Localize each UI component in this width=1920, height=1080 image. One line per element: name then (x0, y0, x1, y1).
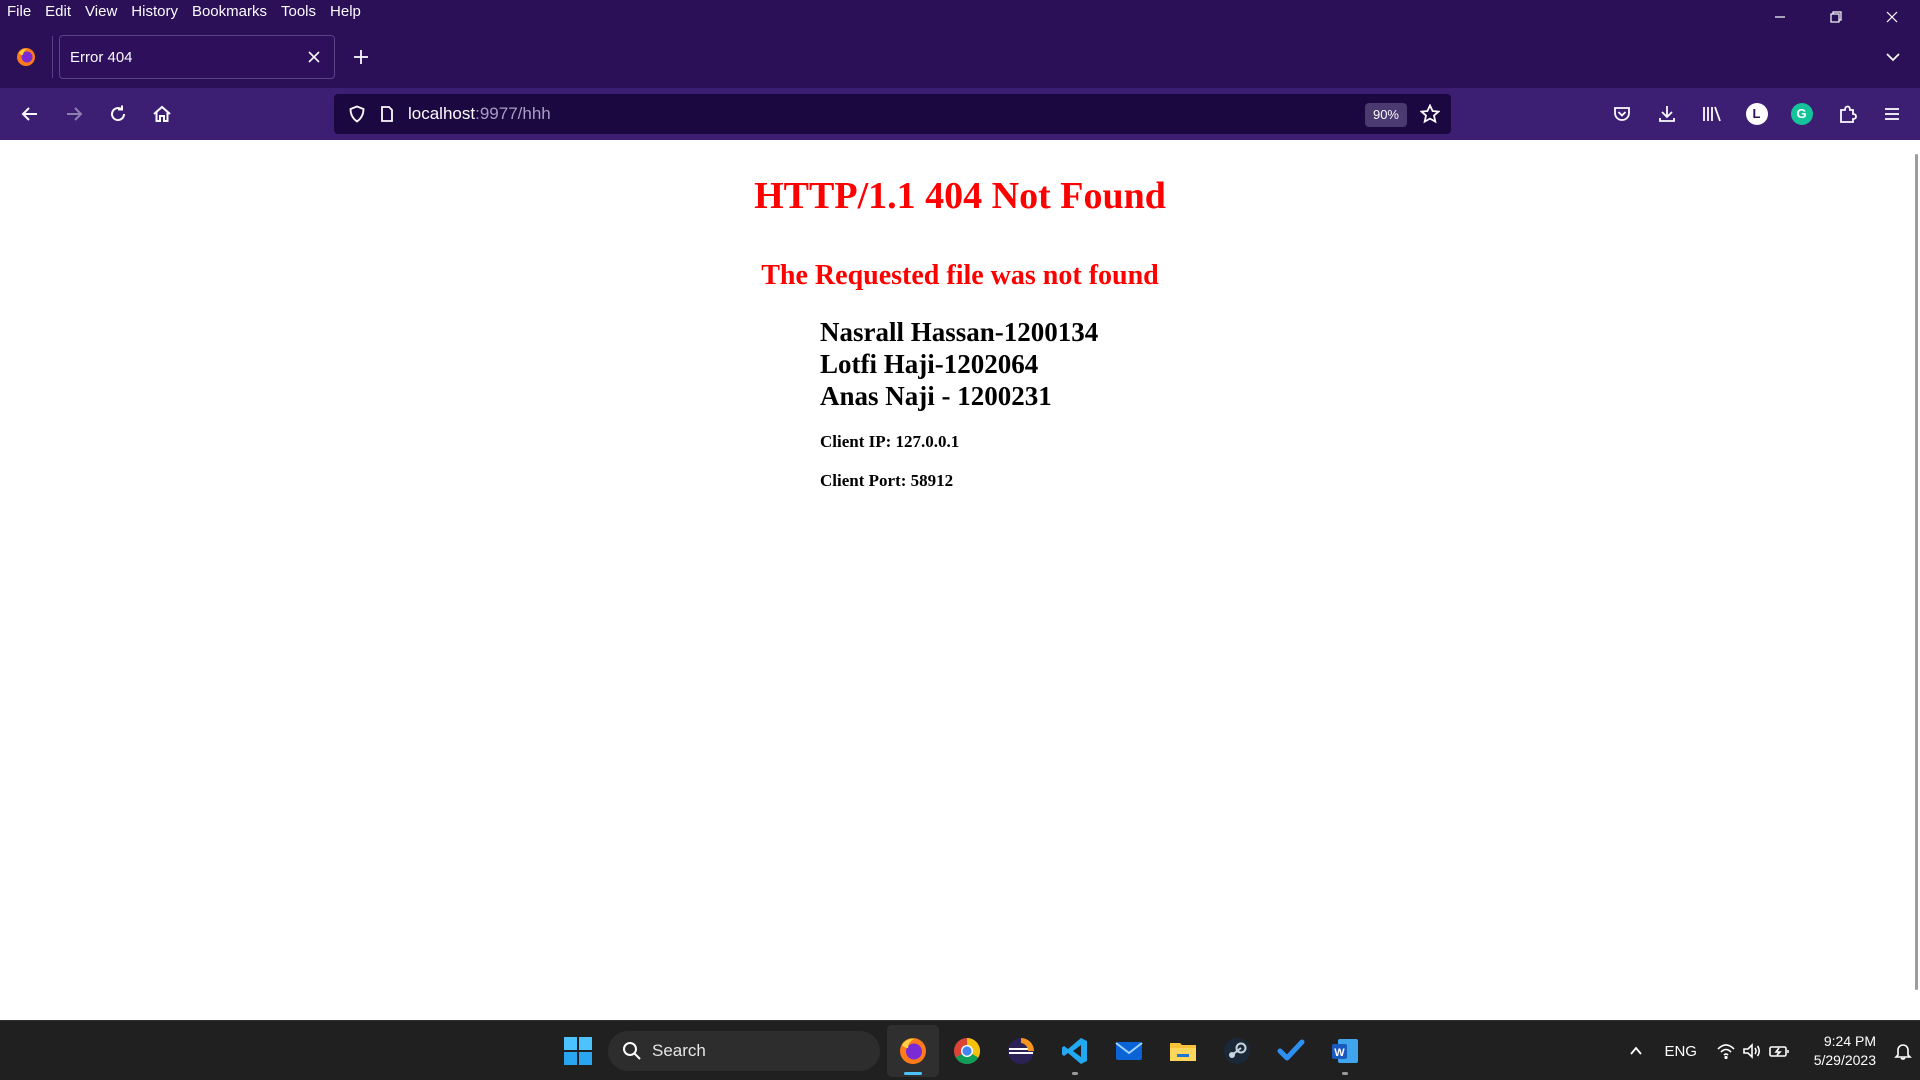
clock[interactable]: 9:24 PM 5/29/2023 (1800, 1032, 1886, 1070)
word-icon: W (1332, 1039, 1358, 1063)
new-tab-button[interactable] (341, 37, 381, 77)
firefox-icon (900, 1038, 926, 1064)
reload-icon[interactable] (96, 92, 140, 136)
url-path: :9977/hhh (475, 104, 551, 123)
tab-title: Error 404 (70, 48, 133, 66)
page-icon[interactable] (372, 99, 402, 129)
library-icon[interactable] (1689, 92, 1734, 136)
error-subheading: The Requested file was not found (761, 260, 1159, 291)
client-port-text: Client Port: 58912 (820, 471, 954, 490)
grammarly-icon[interactable]: G (1779, 92, 1824, 136)
taskbar-app-vscode[interactable] (1049, 1025, 1101, 1077)
volume-icon (1742, 1043, 1760, 1059)
url-host: localhost (408, 104, 476, 123)
zoom-level-badge[interactable]: 90% (1364, 103, 1407, 127)
error-heading: HTTP/1.1 404 Not Found (754, 175, 1166, 217)
chrome-icon (954, 1037, 981, 1065)
taskbar-app-firefox[interactable] (887, 1025, 939, 1077)
taskbar-app-steam[interactable] (1211, 1025, 1263, 1077)
menu-history[interactable]: History (124, 0, 185, 26)
mail-icon (1115, 1042, 1143, 1060)
quick-settings[interactable] (1706, 1041, 1800, 1061)
account-avatar[interactable]: L (1734, 92, 1779, 136)
forward-arrow-icon[interactable] (52, 92, 96, 136)
account-avatar-letter: L (1745, 103, 1768, 125)
menu-view[interactable]: View (78, 0, 124, 26)
tab-bar: Error 404 (0, 26, 1920, 88)
menu-help[interactable]: Help (323, 0, 368, 26)
toolbar-right-buttons: L G (1599, 92, 1914, 136)
author-name: Anas Naji - 1200231 (820, 381, 1052, 411)
tab-error-404[interactable]: Error 404 (59, 35, 335, 79)
running-indicator (1342, 1072, 1348, 1075)
notification-bell-icon[interactable] (1886, 1041, 1920, 1061)
svg-text:W: W (1334, 1047, 1345, 1059)
download-icon[interactable] (1644, 92, 1689, 136)
menu-tools[interactable]: Tools (274, 0, 323, 26)
pocket-icon[interactable] (1599, 92, 1644, 136)
system-tray: ENG 9:24 PM 5/29/2023 (1616, 1021, 1920, 1080)
list-all-tabs-chevron-down-icon[interactable] (1876, 40, 1910, 74)
menu-bar: File Edit View History Bookmarks Tools H… (0, 0, 1920, 26)
back-arrow-icon[interactable] (8, 92, 52, 136)
home-icon[interactable] (140, 92, 184, 136)
menu-bookmarks[interactable]: Bookmarks (185, 0, 274, 26)
windows-taskbar: Search W ENG 9:24 PM 5/29/2023 (0, 1020, 1920, 1080)
steam-icon (1224, 1038, 1250, 1064)
input-language[interactable]: ENG (1656, 1043, 1706, 1060)
search-icon (623, 1042, 641, 1060)
battery-icon (1768, 1046, 1789, 1057)
url-bar[interactable]: localhost:9977/hhh 90% (334, 94, 1451, 134)
windows-start-icon[interactable] (554, 1027, 602, 1075)
checkmark-todo-icon (1277, 1039, 1305, 1061)
menu-edit[interactable]: Edit (38, 0, 78, 26)
tracking-protection-shield-icon[interactable] (342, 99, 372, 129)
tab-separator (52, 36, 53, 78)
menu-file[interactable]: File (0, 0, 38, 26)
taskbar-app-word[interactable]: W (1319, 1025, 1371, 1077)
extensions-icon[interactable] (1824, 92, 1869, 136)
firefox-logo-icon[interactable] (0, 26, 52, 88)
show-hidden-icons-chevron-up-icon[interactable] (1616, 1043, 1656, 1059)
eclipse-icon (1008, 1038, 1034, 1064)
vscode-icon (1062, 1038, 1087, 1064)
navigation-toolbar: localhost:9977/hhh 90% L G (0, 88, 1920, 140)
client-ip-text: Client IP: 127.0.0.1 (820, 432, 960, 451)
active-indicator (904, 1072, 922, 1075)
author-names: Nasrall Hassan-1200134 Lotfi Haji-120206… (820, 316, 1098, 412)
url-text[interactable]: localhost:9977/hhh (408, 104, 551, 124)
taskbar-center: Search W (554, 1025, 1372, 1077)
wifi-icon (1717, 1044, 1735, 1060)
taskbar-app-mail[interactable] (1103, 1025, 1155, 1077)
taskbar-app-todo[interactable] (1265, 1025, 1317, 1077)
taskbar-app-chrome[interactable] (941, 1025, 993, 1077)
page-viewport: HTTP/1.1 404 Not Found The Requested fil… (0, 140, 1920, 1020)
author-name: Nasrall Hassan-1200134 (820, 317, 1099, 347)
taskbar-app-eclipse[interactable] (995, 1025, 1047, 1077)
search-label: Search (652, 1041, 706, 1060)
taskbar-app-file-explorer[interactable] (1157, 1025, 1209, 1077)
taskbar-search-box[interactable]: Search (608, 1031, 880, 1071)
vertical-scrollbar[interactable] (1915, 154, 1918, 990)
clock-time: 9:24 PM (1823, 1033, 1876, 1049)
running-indicator (1072, 1072, 1078, 1075)
bookmark-star-icon[interactable] (1415, 99, 1445, 129)
folder-icon (1170, 1043, 1196, 1061)
author-name: Lotfi Haji-1202064 (820, 349, 1039, 379)
hamburger-menu-icon[interactable] (1869, 92, 1914, 136)
grammarly-letter: G (1790, 103, 1813, 125)
clock-date: 5/29/2023 (1813, 1052, 1876, 1068)
close-tab-icon[interactable] (304, 47, 324, 67)
